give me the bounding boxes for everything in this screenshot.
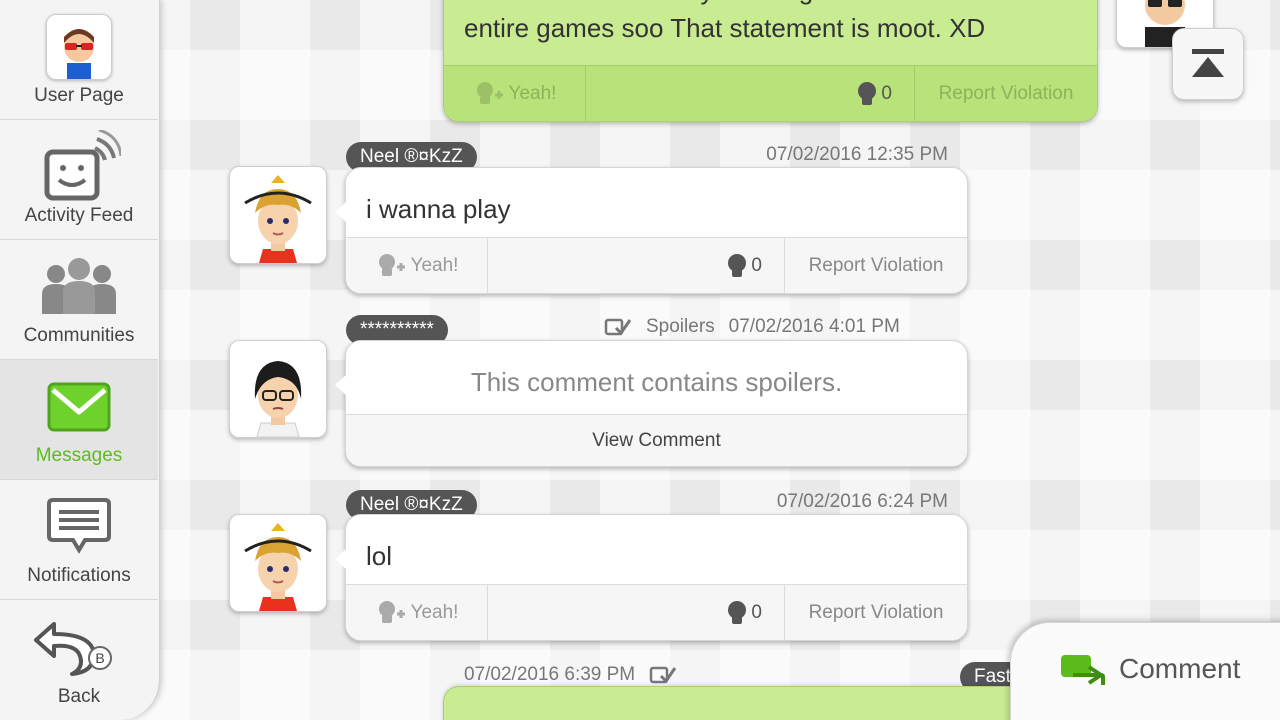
- bottom-post-meta: 07/02/2016 6:39 PM: [464, 664, 677, 686]
- sidebar-item-label: User Page: [34, 85, 124, 106]
- own-post-text-line: Well shein im actually learning to creat…: [464, 0, 985, 9]
- post-timestamp: 07/02/2016 6:24 PM: [776, 491, 948, 512]
- yeah-button[interactable]: Yeah!: [444, 66, 586, 121]
- spoiler-icon: [604, 318, 632, 336]
- yeah-button[interactable]: Yeah!: [346, 585, 488, 640]
- empathy-count-value: 0: [881, 82, 892, 104]
- yeah-icon: [378, 253, 405, 276]
- mii-avatar-icon: [254, 361, 302, 437]
- sidebar-item-label: Notifications: [27, 565, 131, 586]
- yeah-label: Yeah!: [410, 601, 459, 623]
- activity-feed-icon: [37, 128, 123, 210]
- comment-button[interactable]: Comment: [1010, 622, 1280, 720]
- own-post-action-bar: Yeah! 0 Report Violation: [444, 65, 1097, 121]
- post-bubble: i wanna play Yeah! 0 Report Violation: [335, 167, 968, 294]
- own-post-text: Well shein im actually learning to creat…: [464, 0, 985, 47]
- own-post-bubble: Well shein im actually learning to creat…: [443, 0, 1098, 122]
- speech-bubble-icon: [47, 498, 111, 560]
- author-avatar[interactable]: [229, 514, 327, 612]
- sidebar-item-messages[interactable]: Messages: [0, 360, 158, 480]
- sidebar-item-label: Communities: [23, 325, 135, 346]
- post-action-bar: Yeah! 0 Report Violation: [346, 237, 967, 293]
- scroll-to-top-button[interactable]: [1172, 28, 1244, 100]
- spoiler-tag: Spoilers: [646, 316, 715, 337]
- report-violation-button[interactable]: Report Violation: [785, 238, 967, 293]
- author-avatar[interactable]: [229, 340, 327, 438]
- sidebar-item-communities[interactable]: Communities: [0, 240, 158, 360]
- sidebar-item-user-page[interactable]: User Page: [0, 0, 158, 120]
- sidebar-item-label: Back: [57, 686, 101, 707]
- scroll-top-icon: [1192, 49, 1224, 77]
- empathy-count-value: 0: [751, 254, 762, 276]
- post-timestamp: 07/02/2016 12:35 PM: [766, 144, 948, 165]
- yeah-label: Yeah!: [508, 82, 557, 104]
- back-arrow-icon: B: [32, 616, 112, 684]
- sidebar-item-back[interactable]: B Back: [0, 600, 158, 720]
- mii-avatar-icon: [244, 523, 312, 611]
- yeah-label: Yeah!: [410, 254, 459, 276]
- post-bubble: lol Yeah! 0 Report Violation: [335, 514, 968, 641]
- user-mii-icon: [46, 14, 112, 80]
- spoiler-meta: Spoilers 07/02/2016 4:01 PM: [604, 316, 900, 338]
- spoiler-icon: [649, 666, 677, 684]
- empathy-icon: [858, 81, 877, 105]
- view-comment-button[interactable]: View Comment: [346, 414, 967, 466]
- report-violation-button[interactable]: Report Violation: [915, 66, 1097, 121]
- yeah-icon: [378, 600, 405, 623]
- post-text: i wanna play: [366, 194, 511, 224]
- post-text: lol: [366, 541, 393, 571]
- empathy-count-value: 0: [751, 601, 762, 623]
- envelope-icon: [47, 382, 111, 438]
- communities-icon: [39, 256, 119, 322]
- post-timestamp: 07/02/2016 4:01 PM: [728, 316, 900, 337]
- own-post-text-line: entire games soo That statement is moot.…: [464, 13, 986, 43]
- post-timestamp: 07/02/2016 6:39 PM: [464, 664, 636, 685]
- comment-label: Comment: [1119, 653, 1241, 684]
- sidebar: User Page Activity Feed Communities Mess…: [0, 0, 160, 720]
- yeah-icon: [476, 81, 503, 104]
- empathy-count: 0: [488, 238, 785, 293]
- empathy-icon: [728, 253, 747, 277]
- sidebar-item-notifications[interactable]: Notifications: [0, 480, 158, 600]
- yeah-button[interactable]: Yeah!: [346, 238, 488, 293]
- post-action-bar: Yeah! 0 Report Violation: [346, 584, 967, 640]
- own-post-bubble-partial: [443, 686, 1098, 720]
- author-avatar[interactable]: [229, 166, 327, 264]
- empathy-count: 0: [488, 585, 785, 640]
- reply-icon: [1061, 655, 1105, 685]
- b-button-hint: B: [95, 650, 104, 666]
- sidebar-item-label: Messages: [35, 445, 123, 466]
- empathy-count: 0: [586, 66, 915, 121]
- spoiler-bubble: This comment contains spoilers. View Com…: [335, 340, 968, 467]
- report-violation-button[interactable]: Report Violation: [785, 585, 967, 640]
- empathy-icon: [728, 600, 747, 624]
- sidebar-item-activity-feed[interactable]: Activity Feed: [0, 120, 158, 240]
- mii-avatar-icon: [244, 175, 312, 263]
- spoiler-warning: This comment contains spoilers.: [470, 367, 843, 397]
